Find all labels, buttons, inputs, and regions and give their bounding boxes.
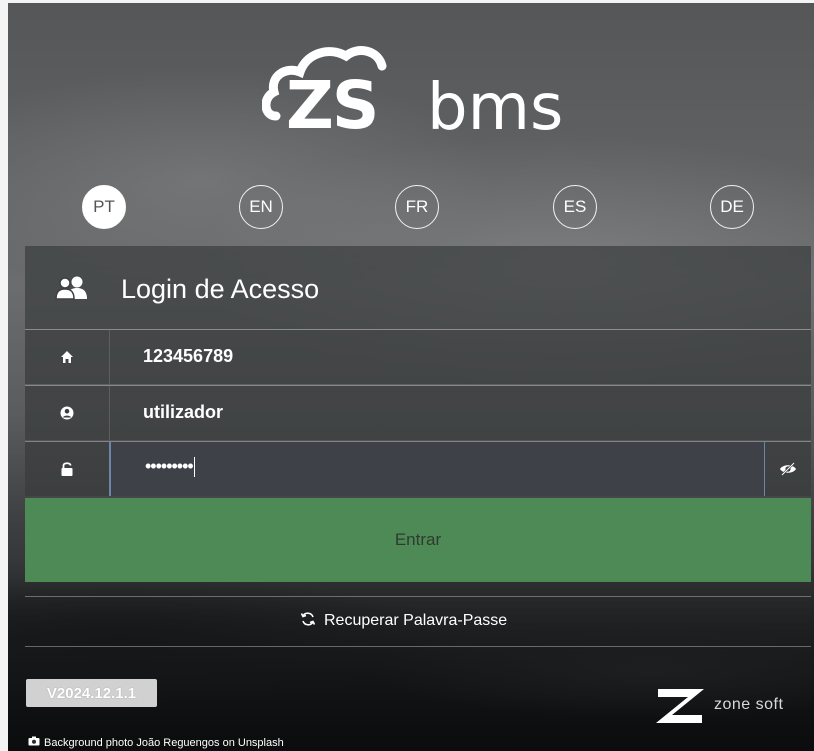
zonesoft-text: zone soft <box>714 696 784 713</box>
window-top-edge <box>0 0 814 3</box>
language-pt-button[interactable]: PT <box>82 185 126 229</box>
lock-icon <box>25 442 109 496</box>
version-text: V2024.12.1.1 <box>46 684 137 702</box>
language-en-button[interactable]: EN <box>239 185 283 229</box>
password-input[interactable]: ••••••••• <box>109 442 765 496</box>
company-field-row[interactable]: 123456789 <box>25 330 811 384</box>
recover-password-link[interactable]: Recuperar Palavra-Passe <box>300 611 507 631</box>
language-de-button[interactable]: DE <box>710 185 754 229</box>
text-caret <box>193 457 195 478</box>
login-header: Login de Acesso <box>25 246 811 329</box>
home-icon <box>25 330 109 384</box>
language-es-button[interactable]: ES <box>553 185 597 229</box>
photo-credit-text: Background photo João Reguengos on Unspl… <box>44 736 284 749</box>
zonesoft-z-icon <box>656 689 704 723</box>
camera-icon <box>28 736 40 749</box>
username-field-row[interactable]: utilizador <box>25 386 811 440</box>
users-icon <box>55 276 89 305</box>
company-input[interactable]: 123456789 <box>143 346 233 367</box>
username-input[interactable]: utilizador <box>143 402 223 423</box>
user-circle-icon <box>25 386 109 440</box>
refresh-icon <box>300 611 316 632</box>
version-badge: V2024.12.1.1 <box>26 679 157 707</box>
divider <box>25 646 811 647</box>
login-submit-button[interactable]: Entrar <box>25 498 811 582</box>
zs-bms-logo: ZS bms <box>262 28 582 148</box>
password-masked-value: ••••••••• <box>145 456 195 478</box>
photo-credit[interactable]: Background photo João Reguengos on Unspl… <box>28 736 284 749</box>
window-edge <box>0 0 8 751</box>
login-title: Login de Acesso <box>121 274 320 304</box>
password-field-row[interactable]: ••••••••• <box>25 442 811 496</box>
separator <box>109 330 110 384</box>
language-fr-button[interactable]: FR <box>395 185 439 229</box>
logo-zs-text: ZS <box>286 67 379 144</box>
divider <box>25 596 811 597</box>
separator <box>109 386 110 440</box>
eye-slash-icon[interactable] <box>765 442 811 496</box>
recover-password-label: Recuperar Palavra-Passe <box>324 612 508 629</box>
logo-bms-text: bms <box>427 71 564 145</box>
zonesoft-logo: zone soft <box>652 685 814 727</box>
